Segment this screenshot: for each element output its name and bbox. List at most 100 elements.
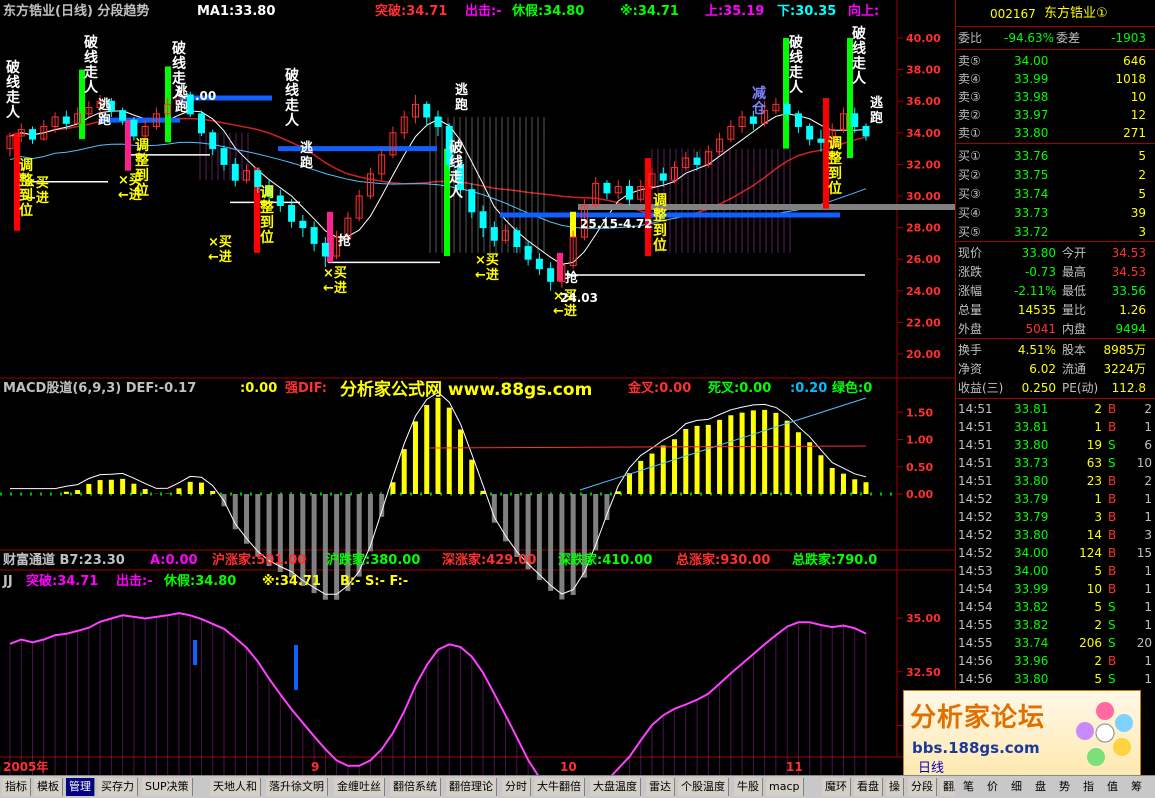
bid-row: 买⑤ 33.72 3	[956, 223, 1155, 241]
tab-11[interactable]: 大牛翻倍	[534, 778, 585, 796]
macd-axis-label: 0.50	[906, 461, 933, 474]
taopao-label: 逃	[870, 95, 884, 111]
tab-15[interactable]: 牛股	[734, 778, 763, 796]
bid-volume: 39	[1130, 206, 1146, 220]
right-tab-3[interactable]: 盘	[1035, 778, 1046, 796]
maijin-label: ×买	[118, 173, 142, 188]
tick-direction: B	[1108, 582, 1117, 596]
bid-row: 买② 33.75 2	[956, 166, 1155, 184]
tick-count: 3	[1144, 528, 1152, 542]
tick-row: 14:52 33.80 14 B 3	[956, 526, 1155, 544]
quote-panel: 002167 东方锆业① 委比 -94.63% 委差 -1903 卖⑤ 34.00…	[955, 0, 1155, 797]
macd-val: :0.20	[790, 381, 827, 396]
tab-13[interactable]: 雷达	[646, 778, 675, 796]
tab-10[interactable]: 分时	[502, 778, 531, 796]
maijin-label: ←进	[118, 188, 142, 203]
stat-row: 涨幅 -2.11% 最低 33.56	[956, 282, 1155, 300]
tick-time: 14:56	[958, 672, 993, 686]
stat-label: 外盘	[958, 322, 983, 336]
stat-label: 量比	[1062, 303, 1087, 317]
ask-price: 33.99	[1014, 72, 1049, 86]
pozou-label: 线	[789, 49, 803, 66]
tick-price: 33.79	[1014, 510, 1049, 524]
right-tab-0[interactable]: 笔	[963, 778, 974, 796]
main-axis-label: 32.00	[906, 158, 941, 171]
tab-20[interactable]: 分段	[908, 778, 937, 796]
tab-4[interactable]: SUP决策	[142, 778, 193, 796]
hi-value-label: .00	[195, 89, 216, 103]
ma-label: MA1:33.80	[197, 4, 275, 19]
tab-12[interactable]: 大盘温度	[590, 778, 641, 796]
maijin-label: ←进	[208, 250, 232, 265]
right-tab-bar: 笔价细盘势指值筹	[955, 775, 1155, 798]
tab-2[interactable]: 管理	[66, 778, 95, 796]
tick-row: 14:56 33.80 5 S 1	[956, 670, 1155, 688]
tiaozheng-label: 调	[260, 185, 274, 201]
tick-count: 1	[1144, 510, 1152, 524]
tab-16[interactable]: macp	[766, 778, 804, 796]
ask-volume: 271	[1123, 126, 1146, 140]
candle-body	[851, 113, 859, 127]
tab-1[interactable]: 模板	[34, 778, 63, 796]
macd-title: MACD股道(6,9,3) DEF:-0.17	[3, 380, 196, 396]
tab-7[interactable]: 金缠吐丝	[334, 778, 385, 796]
shang-label: 上:35.19	[705, 4, 764, 19]
stat-value: 3224万	[1103, 362, 1146, 376]
pozou-label: 线	[172, 55, 186, 72]
pozou-label: 人	[84, 79, 99, 96]
ask-label: 卖②	[958, 108, 981, 122]
tab-17[interactable]: 魔环	[822, 778, 851, 796]
weicha-value: -1903	[1111, 31, 1146, 45]
stat-label: 今开	[1062, 246, 1087, 260]
macd-sicha: 死叉:0.00	[708, 381, 771, 396]
tick-row: 14:52 33.79 1 B 1	[956, 490, 1155, 508]
candle-body	[490, 227, 498, 241]
right-tab-1[interactable]: 价	[987, 778, 998, 796]
tiaozheng-label: 调	[19, 158, 33, 174]
weibi-value: -94.63%	[1004, 31, 1055, 45]
signal-bar	[125, 120, 131, 171]
tab-5[interactable]: 天地人和	[210, 778, 261, 796]
candle-body	[783, 103, 791, 115]
tab-9[interactable]: 翻倍理论	[446, 778, 497, 796]
watermark: 分析家公式网 www.88gs.com	[340, 379, 592, 400]
tab-14[interactable]: 个股温度	[678, 778, 729, 796]
stock-name[interactable]: 东方锆业①	[1044, 5, 1108, 23]
tick-price: 34.00	[1014, 564, 1049, 578]
tab-6[interactable]: 落升徐文明	[266, 778, 328, 796]
pozou-label: 线	[6, 74, 20, 91]
tick-direction: B	[1108, 492, 1117, 506]
tick-price: 33.79	[1014, 492, 1049, 506]
tab-18[interactable]: 看盘	[854, 778, 883, 796]
taopao-label: 跑	[300, 155, 313, 171]
right-tab-7[interactable]: 筹	[1131, 778, 1142, 796]
tab-0[interactable]: 指标	[2, 778, 31, 796]
right-tab-4[interactable]: 势	[1059, 778, 1070, 796]
tick-volume: 124	[1079, 546, 1102, 560]
tick-time: 14:52	[958, 492, 993, 506]
stat-value: 1.26	[1119, 303, 1146, 317]
signal-bar	[645, 158, 651, 257]
tick-price: 33.73	[1014, 456, 1049, 470]
tab-19[interactable]: 操	[886, 778, 904, 796]
stat-row: 换手 4.51% 股本 8985万	[956, 341, 1155, 359]
tick-price: 34.00	[1014, 546, 1049, 560]
tab-3[interactable]: 买存力	[98, 778, 138, 796]
tick-count: 1	[1144, 654, 1152, 668]
chart-title: 东方锆业(日线) 分段趋势	[3, 3, 149, 19]
bid-label: 买⑤	[958, 225, 981, 239]
right-tab-2[interactable]: 细	[1011, 778, 1022, 796]
bid-volume: 5	[1138, 187, 1146, 201]
right-tab-6[interactable]: 值	[1107, 778, 1118, 796]
stat-row: 现价 33.80 今开 34.53	[956, 244, 1155, 262]
tick-volume: 10	[1086, 582, 1102, 596]
right-tab-5[interactable]: 指	[1083, 778, 1094, 796]
weicha-label: 委差	[1056, 31, 1081, 45]
candle-body	[276, 195, 284, 206]
bid-price: 33.74	[1014, 187, 1049, 201]
tick-count: 6	[1144, 438, 1152, 452]
tick-count: 1	[1144, 618, 1152, 632]
maijin-label: ←进	[25, 191, 49, 206]
bid-label: 买④	[958, 206, 981, 220]
tab-8[interactable]: 翻倍系统	[390, 778, 441, 796]
